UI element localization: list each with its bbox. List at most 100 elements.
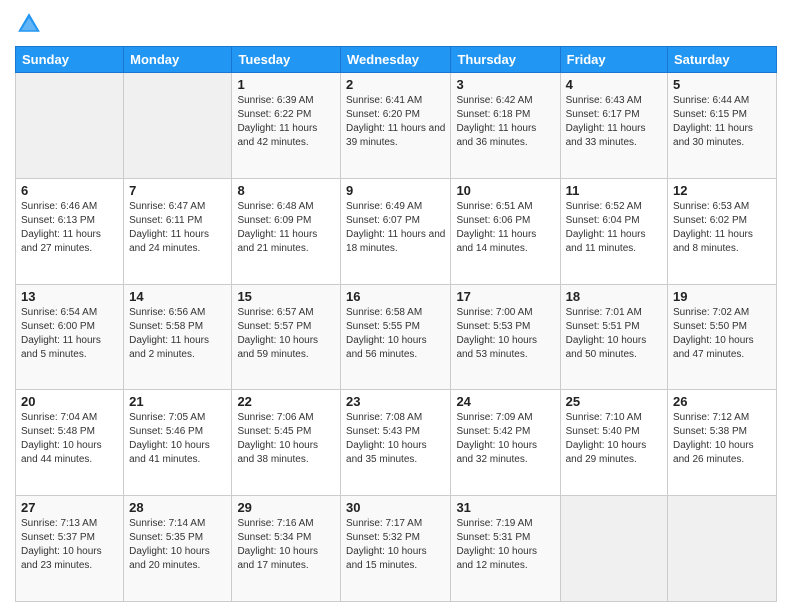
sunset-text: Sunset: 5:50 PM: [673, 321, 747, 332]
day-info: Sunrise: 6:39 AMSunset: 6:22 PMDaylight:…: [237, 94, 335, 150]
daylight-text: Daylight: 10 hours and 56 minutes.: [346, 335, 427, 360]
sunset-text: Sunset: 6:17 PM: [566, 109, 640, 120]
calendar-cell: 27 Sunrise: 7:13 AMSunset: 5:37 PMDayligh…: [16, 496, 124, 602]
week-row-0: 1 Sunrise: 6:39 AMSunset: 6:22 PMDaylight…: [16, 73, 777, 179]
day-info: Sunrise: 7:09 AMSunset: 5:42 PMDaylight:…: [456, 411, 554, 467]
sunrise-text: Sunrise: 7:01 AM: [566, 307, 642, 318]
daylight-text: Daylight: 10 hours and 50 minutes.: [566, 335, 647, 360]
day-number: 25: [566, 394, 662, 409]
day-info: Sunrise: 7:05 AMSunset: 5:46 PMDaylight:…: [129, 411, 226, 467]
calendar-cell: 22Sunrise: 7:06 AMSunset: 5:45 PMDayligh…: [232, 390, 341, 496]
sunrise-text: Sunrise: 6:39 AM: [237, 95, 313, 106]
sunset-text: Sunset: 5:55 PM: [346, 321, 420, 332]
calendar-cell: 5Sunrise: 6:44 AMSunset: 6:15 PMDaylight…: [668, 73, 777, 179]
daylight-text: Daylight: 10 hours and 17 minutes.: [237, 546, 318, 571]
sunset-text: Sunset: 5:57 PM: [237, 321, 311, 332]
logo: [15, 10, 47, 38]
day-info: Sunrise: 6:41 AMSunset: 6:20 PMDaylight:…: [346, 94, 445, 150]
day-number: 17: [456, 289, 554, 304]
day-info: Sunrise: 7:17 AMSunset: 5:32 PMDaylight:…: [346, 517, 445, 573]
day-number: 13: [21, 289, 118, 304]
daylight-text: Daylight: 11 hours and 42 minutes.: [237, 123, 317, 148]
sunrise-text: Sunrise: 6:44 AM: [673, 95, 749, 106]
day-number: 23: [346, 394, 445, 409]
daylight-text: Daylight: 11 hours and 39 minutes.: [346, 123, 445, 148]
daylight-text: Daylight: 10 hours and 59 minutes.: [237, 335, 318, 360]
calendar-cell: 7Sunrise: 6:47 AMSunset: 6:11 PMDaylight…: [124, 178, 232, 284]
sunset-text: Sunset: 5:42 PM: [456, 426, 530, 437]
day-info: Sunrise: 6:42 AMSunset: 6:18 PMDaylight:…: [456, 94, 554, 150]
day-number: 28: [129, 500, 226, 515]
sunrise-text: Sunrise: 6:57 AM: [237, 307, 313, 318]
sunset-text: Sunset: 5:32 PM: [346, 532, 420, 543]
day-info: Sunrise: 7:01 AMSunset: 5:51 PMDaylight:…: [566, 306, 662, 362]
week-row-1: 6Sunrise: 6:46 AMSunset: 6:13 PMDaylight…: [16, 178, 777, 284]
sunrise-text: Sunrise: 6:52 AM: [566, 201, 642, 212]
calendar-cell: 2Sunrise: 6:41 AMSunset: 6:20 PMDaylight…: [341, 73, 451, 179]
day-info: Sunrise: 6:56 AMSunset: 5:58 PMDaylight:…: [129, 306, 226, 362]
day-info: Sunrise: 6:57 AM Sunset: 5:57 PM Daylight:…: [237, 306, 335, 362]
sunset-text: Sunset: 5:31 PM: [456, 532, 530, 543]
sunset-text: Sunset: 5:46 PM: [129, 426, 203, 437]
day-number: 1: [237, 77, 335, 92]
day-info: Sunrise: 6:43 AMSunset: 6:17 PMDaylight:…: [566, 94, 662, 150]
day-number: 4: [566, 77, 662, 92]
day-info: Sunrise: 6:54 AMSunset: 6:00 PMDaylight:…: [21, 306, 118, 362]
sunset-text: Sunset: 6:20 PM: [346, 109, 420, 120]
day-number: 8: [237, 183, 335, 198]
sunrise-text: Sunrise: 6:48 AM: [237, 201, 313, 212]
day-number: 21: [129, 394, 226, 409]
sunrise-text: Sunrise: 7:06 AM: [237, 412, 313, 423]
sunrise-text: Sunrise: 7:08 AM: [346, 412, 422, 423]
week-row-2: 13 Sunrise: 6:54 AMSunset: 6:00 PMDayligh…: [16, 284, 777, 390]
daylight-text: Daylight: 10 hours and 26 minutes.: [673, 440, 754, 465]
day-number: 18: [566, 289, 662, 304]
sunset-text: Sunset: 6:07 PM: [346, 215, 420, 226]
day-header-monday: Monday: [124, 47, 232, 73]
day-info: Sunrise: 7:10 AMSunset: 5:40 PMDaylight:…: [566, 411, 662, 467]
day-header-wednesday: Wednesday: [341, 47, 451, 73]
calendar-cell: 3 Sunrise: 6:42 AMSunset: 6:18 PMDaylight…: [451, 73, 560, 179]
sunrise-text: Sunrise: 7:17 AM: [346, 518, 422, 529]
daylight-text: Daylight: 10 hours and 47 minutes.: [673, 335, 754, 360]
day-number: 22: [237, 394, 335, 409]
calendar-body: 1 Sunrise: 6:39 AMSunset: 6:22 PMDaylight…: [16, 73, 777, 602]
daylight-text: Daylight: 10 hours and 53 minutes.: [456, 335, 537, 360]
calendar-cell: 9Sunrise: 6:49 AMSunset: 6:07 PMDaylight…: [341, 178, 451, 284]
sunrise-text: Sunrise: 6:49 AM: [346, 201, 422, 212]
daylight-text: Daylight: 11 hours and 8 minutes.: [673, 229, 753, 254]
sunrise-text: Sunrise: 7:12 AM: [673, 412, 749, 423]
day-number: 3: [456, 77, 554, 92]
sunset-text: Sunset: 6:11 PM: [129, 215, 202, 226]
day-number: 16: [346, 289, 445, 304]
day-info: Sunrise: 7:16 AMSunset: 5:34 PMDaylight:…: [237, 517, 335, 573]
calendar-cell: 23Sunrise: 7:08 AMSunset: 5:43 PMDayligh…: [341, 390, 451, 496]
day-number: 27: [21, 500, 118, 515]
daylight-text: Daylight: 11 hours and 5 minutes.: [21, 335, 101, 360]
calendar-cell: 28Sunrise: 7:14 AMSunset: 5:35 PMDayligh…: [124, 496, 232, 602]
day-number: 20: [21, 394, 118, 409]
calendar-cell: 11Sunrise: 6:52 AMSunset: 6:04 PMDayligh…: [560, 178, 667, 284]
day-info: Sunrise: 6:53 AMSunset: 6:02 PMDaylight:…: [673, 200, 771, 256]
calendar-cell: 30Sunrise: 7:17 AMSunset: 5:32 PMDayligh…: [341, 496, 451, 602]
day-info: Sunrise: 7:04 AMSunset: 5:48 PMDaylight:…: [21, 411, 118, 467]
calendar-cell: [668, 496, 777, 602]
sunrise-text: Sunrise: 7:19 AM: [456, 518, 532, 529]
daylight-text: Daylight: 11 hours and 21 minutes.: [237, 229, 317, 254]
day-info: Sunrise: 7:13 AMSunset: 5:37 PMDaylight:…: [21, 517, 118, 573]
sunrise-text: Sunrise: 6:58 AM: [346, 307, 422, 318]
day-info: Sunrise: 6:52 AMSunset: 6:04 PMDaylight:…: [566, 200, 662, 256]
daylight-text: Daylight: 11 hours and 30 minutes.: [673, 123, 753, 148]
daylight-text: Daylight: 10 hours and 29 minutes.: [566, 440, 647, 465]
sunrise-text: Sunrise: 7:05 AM: [129, 412, 205, 423]
calendar-cell: 13 Sunrise: 6:54 AMSunset: 6:00 PMDayligh…: [16, 284, 124, 390]
header: [15, 10, 777, 38]
day-number: 6: [21, 183, 118, 198]
day-info: Sunrise: 6:44 AMSunset: 6:15 PMDaylight:…: [673, 94, 771, 150]
daylight-text: Daylight: 11 hours and 2 minutes.: [129, 335, 209, 360]
sunset-text: Sunset: 5:58 PM: [129, 321, 203, 332]
sunset-text: Sunset: 5:35 PM: [129, 532, 203, 543]
day-header-tuesday: Tuesday: [232, 47, 341, 73]
sunset-text: Sunset: 6:06 PM: [456, 215, 530, 226]
calendar-cell: 4 Sunrise: 6:43 AMSunset: 6:17 PMDaylight…: [560, 73, 667, 179]
